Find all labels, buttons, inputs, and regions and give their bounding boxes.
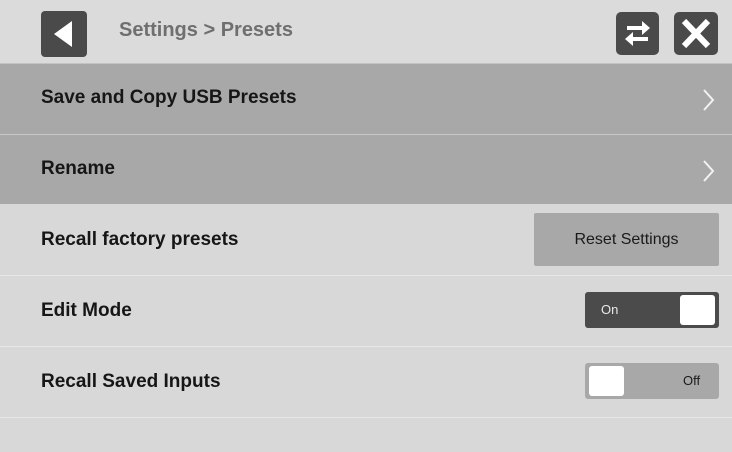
rename-label: Rename <box>41 158 115 179</box>
chevron-right-icon <box>703 160 715 182</box>
chevron-right-icon <box>703 89 715 111</box>
edit-mode-toggle[interactable]: On <box>585 292 719 328</box>
edit-mode-row: Edit Mode On <box>0 276 732 347</box>
recall-saved-inputs-label: Recall Saved Inputs <box>41 371 221 392</box>
toggle-knob <box>589 366 624 396</box>
recall-saved-inputs-toggle[interactable]: Off <box>585 363 719 399</box>
edit-mode-label: Edit Mode <box>41 300 132 321</box>
toggle-state-label: On <box>601 302 619 317</box>
recall-saved-inputs-row: Recall Saved Inputs Off <box>0 347 732 418</box>
swap-arrows-icon <box>625 21 650 46</box>
page-title: Settings > Presets <box>119 19 293 41</box>
save-copy-usb-presets-label: Save and Copy USB Presets <box>41 87 297 108</box>
reset-settings-button[interactable]: Reset Settings <box>534 213 719 266</box>
close-button[interactable] <box>674 12 718 55</box>
recall-factory-presets-row: Recall factory presets Reset Settings <box>0 205 732 276</box>
swap-button[interactable] <box>616 12 659 55</box>
toggle-knob <box>680 295 715 325</box>
toggle-state-label: Off <box>683 373 701 388</box>
rename-item[interactable]: Rename <box>0 135 732 204</box>
back-button[interactable] <box>41 11 87 57</box>
triangle-left-icon <box>54 21 72 47</box>
recall-factory-presets-label: Recall factory presets <box>41 229 239 250</box>
save-copy-usb-presets-item[interactable]: Save and Copy USB Presets <box>0 64 732 135</box>
header-bar: Settings > Presets <box>0 0 732 64</box>
close-x-icon <box>681 18 711 49</box>
